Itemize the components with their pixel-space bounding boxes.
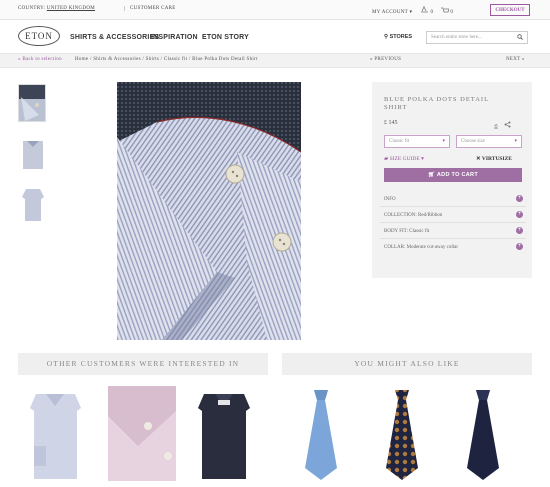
cart-icon[interactable] (440, 7, 451, 15)
detail-row-label: COLLECTION: Red/Ribbon (384, 213, 443, 218)
detail-row-collection[interactable]: COLLECTION: Red/Ribbon + (380, 207, 526, 223)
size-select[interactable]: Choose size ▾ (456, 135, 522, 148)
virtusize-label: VIRTUSIZE (481, 156, 512, 162)
cart-count-icon: 0 (450, 10, 454, 15)
thumbnail-front[interactable] (18, 184, 46, 222)
recommended-shirt-pink[interactable] (108, 386, 176, 481)
next-product-link[interactable]: NEXT » (506, 57, 525, 62)
detail-row-label: INFO (384, 197, 396, 202)
wishlist-count-icon: 0 (430, 10, 434, 15)
recommended-tie-paisley[interactable] (377, 386, 427, 481)
recommended-shirt-light-blue[interactable] (28, 386, 83, 481)
fit-select[interactable]: Classic fit ▾ (384, 135, 450, 148)
product-price: £ 145 (384, 120, 398, 126)
size-select-value: Choose size (461, 139, 486, 144)
country-value[interactable]: UNITED KINGDOM (47, 6, 95, 11)
recommended-shirt-navy[interactable] (196, 386, 252, 481)
share-actions[interactable]: ⎙ (494, 121, 511, 130)
previous-product-link[interactable]: « PREVIOUS (370, 57, 401, 62)
plus-icon[interactable]: + (516, 227, 523, 234)
chevron-down-icon: ▾ (421, 156, 424, 162)
checkout-button[interactable]: CHECKOUT (490, 4, 530, 16)
stores-label: STORES (389, 34, 413, 40)
share-icon[interactable] (504, 121, 511, 130)
detail-row-label: BODY FIT: Classic fit (384, 229, 430, 234)
detail-row-label: COLLAR: Moderate cut-away collar (384, 245, 459, 250)
chevron-down-icon: ▾ (514, 139, 517, 144)
recommended-tie-navy[interactable] (458, 386, 508, 481)
virtusize-icon: ✕ (476, 156, 481, 162)
print-icon[interactable]: ⎙ (494, 125, 498, 130)
also-like-heading: YOU MIGHT ALSO LIKE (282, 353, 532, 375)
search-input[interactable]: Search entire store here... (426, 31, 528, 44)
cart-icon: 🛒︎ (427, 172, 436, 178)
country-selector[interactable]: COUNTRY: UNITED KINGDOM (18, 6, 95, 11)
my-account-menu[interactable]: MY ACCOUNT ▾ 0 0 (372, 6, 453, 15)
wishlist-icon[interactable] (420, 6, 431, 15)
stores-link[interactable]: ⚲ STORES (384, 34, 412, 40)
add-to-cart-label: ADD TO CART (436, 172, 478, 178)
country-label: COUNTRY: (18, 6, 46, 11)
nav-shirts-accessories[interactable]: SHIRTS & ACCESSORIES (70, 34, 159, 41)
customer-care-link[interactable]: CUSTOMER CARE (124, 6, 176, 11)
detail-row-info[interactable]: INFO + (380, 191, 526, 207)
product-main-image[interactable] (117, 82, 301, 340)
detail-row-collar[interactable]: COLLAR: Moderate cut-away collar + (380, 239, 526, 255)
nav-eton-story[interactable]: ETON STORY (202, 34, 249, 41)
virtusize-button[interactable]: ✕ VIRTUSIZE (476, 156, 512, 162)
location-pin-icon: ⚲ (384, 34, 389, 40)
back-to-selection-link[interactable]: « Back to selection (18, 57, 62, 62)
product-title: BLUE POLKA DOTS DETAIL SHIRT (384, 96, 489, 111)
chevron-down-icon: ▾ (442, 139, 445, 144)
plus-icon[interactable]: + (516, 195, 523, 202)
recommended-tie-light-blue[interactable] (296, 386, 346, 481)
others-interested-heading: OTHER CUSTOMERS WERE INTERESTED IN (18, 353, 268, 375)
thumbnail-folded[interactable] (18, 134, 46, 172)
size-guide-label: SIZE GUIDE (389, 156, 420, 162)
my-account-label[interactable]: MY ACCOUNT (372, 10, 408, 15)
thumbnail-collar[interactable] (18, 84, 46, 122)
detail-row-body-fit[interactable]: BODY FIT: Classic fit + (380, 223, 526, 239)
chevron-down-icon: ▾ (409, 10, 413, 15)
size-guide-link[interactable]: ▰ SIZE GUIDE ▾ (384, 156, 424, 162)
add-to-cart-button[interactable]: 🛒︎ ADD TO CART (384, 168, 522, 182)
plus-icon[interactable]: + (516, 211, 523, 218)
ruler-icon: ▰ (384, 156, 389, 162)
plus-icon[interactable]: + (516, 243, 523, 250)
eton-logo[interactable]: ETON (18, 26, 60, 46)
fit-select-value: Classic fit (389, 139, 410, 144)
nav-inspiration[interactable]: INSPIRATION (151, 34, 198, 41)
breadcrumb[interactable]: Home / Shirts & Accessories / Shirts / C… (75, 57, 258, 62)
search-placeholder: Search entire store here... (431, 35, 482, 40)
search-icon[interactable] (517, 34, 523, 42)
